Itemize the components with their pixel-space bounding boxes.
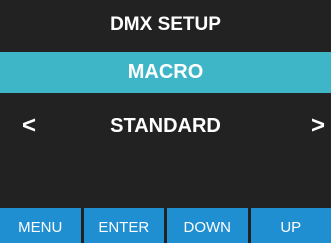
up-button[interactable]: UP [250, 208, 331, 243]
down-button[interactable]: DOWN [167, 208, 248, 243]
next-value-arrow-icon[interactable]: > [311, 105, 325, 147]
enter-button[interactable]: ENTER [83, 208, 164, 243]
current-value: STANDARD [110, 114, 221, 137]
selected-menu-item[interactable]: MACRO [0, 52, 331, 93]
value-selector: STANDARD < > [0, 105, 331, 147]
softkey-bar: MENU ENTER DOWN UP [0, 208, 331, 243]
previous-value-arrow-icon[interactable]: < [22, 105, 36, 147]
menu-button[interactable]: MENU [0, 208, 81, 243]
screen-title: DMX SETUP [110, 14, 221, 35]
device-screen: DMX SETUP MACRO STANDARD < > MENU ENTER … [0, 0, 331, 243]
